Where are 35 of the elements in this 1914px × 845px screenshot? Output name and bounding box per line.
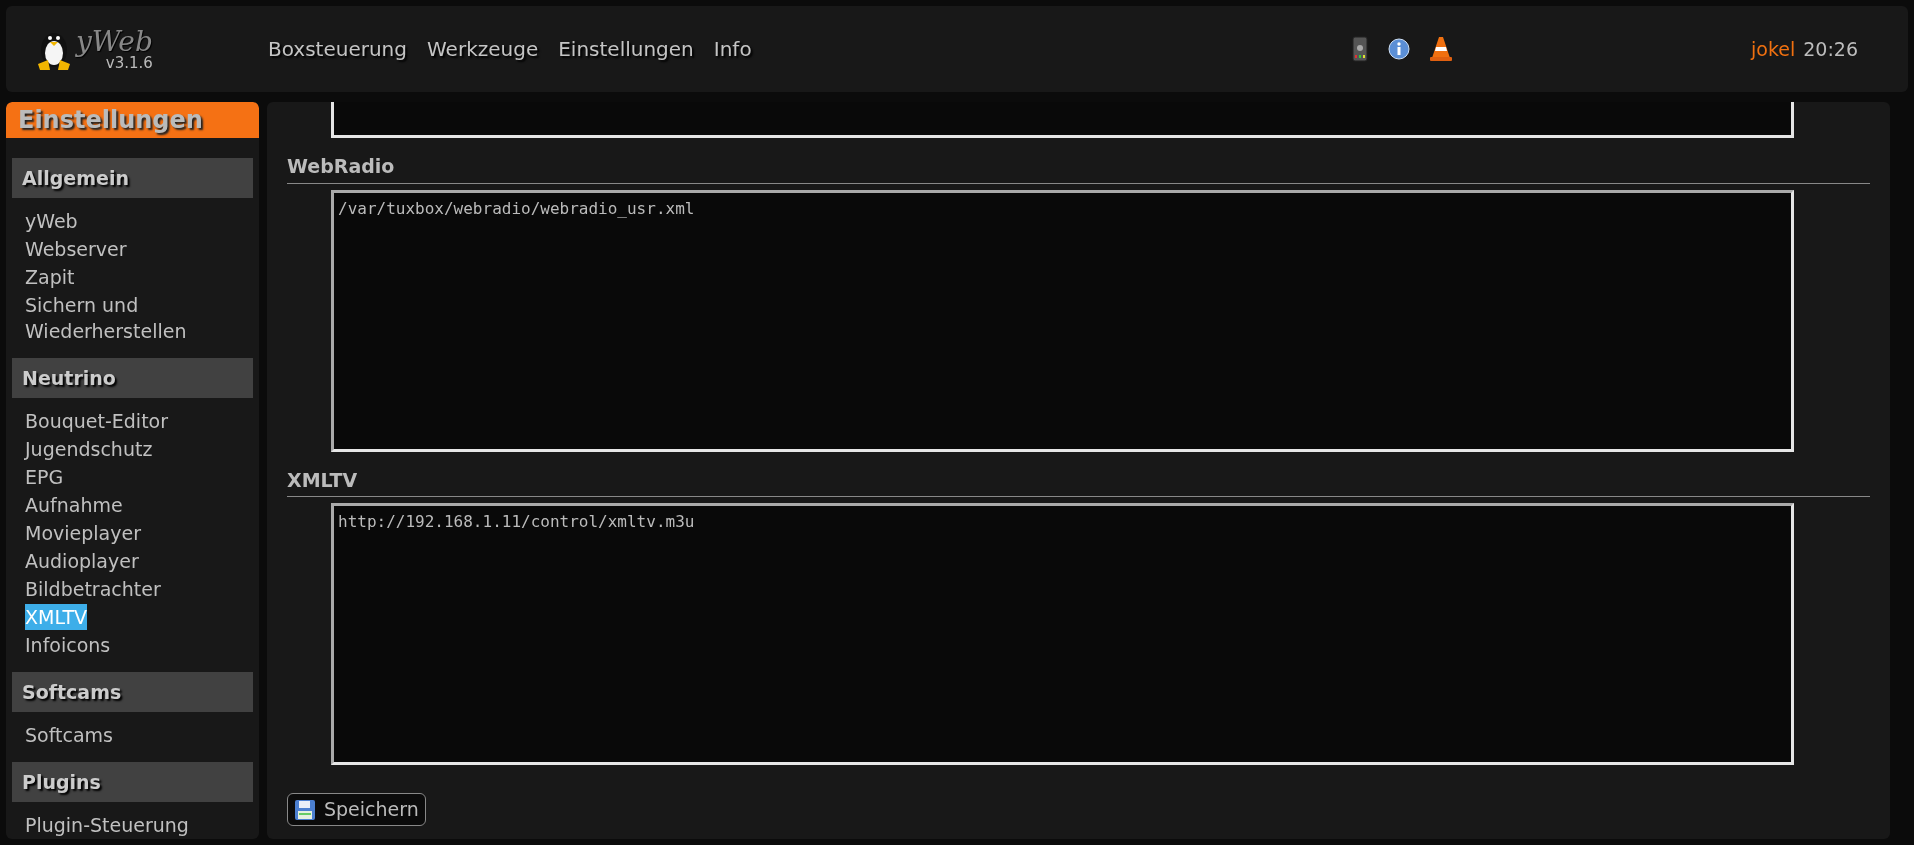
- sidebar-link[interactable]: Webserver: [25, 236, 127, 262]
- version-label: v3.1.6: [105, 55, 153, 71]
- traffic-cone-icon[interactable]: [1429, 36, 1452, 62]
- section-header: Plugins: [12, 762, 253, 802]
- sidebar-link[interactable]: Jugendschutz: [25, 436, 153, 462]
- section-header: Neutrino: [12, 358, 253, 398]
- sidebar-link[interactable]: Bildbetrachter: [25, 576, 161, 602]
- section-header: Allgemein: [12, 158, 253, 198]
- section-title: XMLTV: [287, 465, 1870, 497]
- logo-text: yWeb: [76, 27, 153, 56]
- sidebar-link[interactable]: Sichern und Wiederherstellen: [25, 292, 240, 344]
- clock-time: 20:26: [1803, 36, 1858, 62]
- sidebar-link[interactable]: yWeb: [25, 208, 78, 234]
- sidebar-link[interactable]: Zapit: [25, 264, 75, 290]
- section-header: Softcams: [12, 672, 253, 712]
- section-title: WebRadio: [287, 152, 1870, 184]
- text-area[interactable]: /var/tuxbox/webradio/webradio_usr.xml: [331, 189, 1794, 452]
- remote-control-icon[interactable]: [1351, 36, 1368, 62]
- info-icon[interactable]: [1387, 38, 1410, 60]
- username: jokel: [1751, 36, 1796, 62]
- save-button[interactable]: Speichern: [287, 793, 426, 826]
- sidebar-link[interactable]: Bouquet-Editor: [25, 408, 169, 434]
- nav-link[interactable]: Info: [713, 34, 752, 64]
- sidebar-link[interactable]: Movieplayer: [25, 520, 141, 546]
- sidebar-link[interactable]: EPG: [25, 464, 64, 490]
- nav-link[interactable]: Einstellungen: [558, 34, 694, 64]
- text-area[interactable]: http://192.168.1.11/control/xmltv.m3u: [331, 503, 1794, 765]
- sidebar-link[interactable]: Infoicons: [25, 632, 111, 658]
- sidebar-link[interactable]: Audioplayer: [25, 548, 139, 574]
- sidebar-link[interactable]: Softcams: [25, 722, 113, 748]
- nav-link[interactable]: Boxsteuerung: [268, 34, 407, 64]
- sidebar-link[interactable]: Aufnahme: [25, 492, 123, 518]
- sidebar-link[interactable]: Plugin-Steuerung: [25, 812, 189, 838]
- nav-link[interactable]: Werkzeuge: [427, 34, 539, 64]
- sidebar-title: Einstellungen: [6, 102, 259, 138]
